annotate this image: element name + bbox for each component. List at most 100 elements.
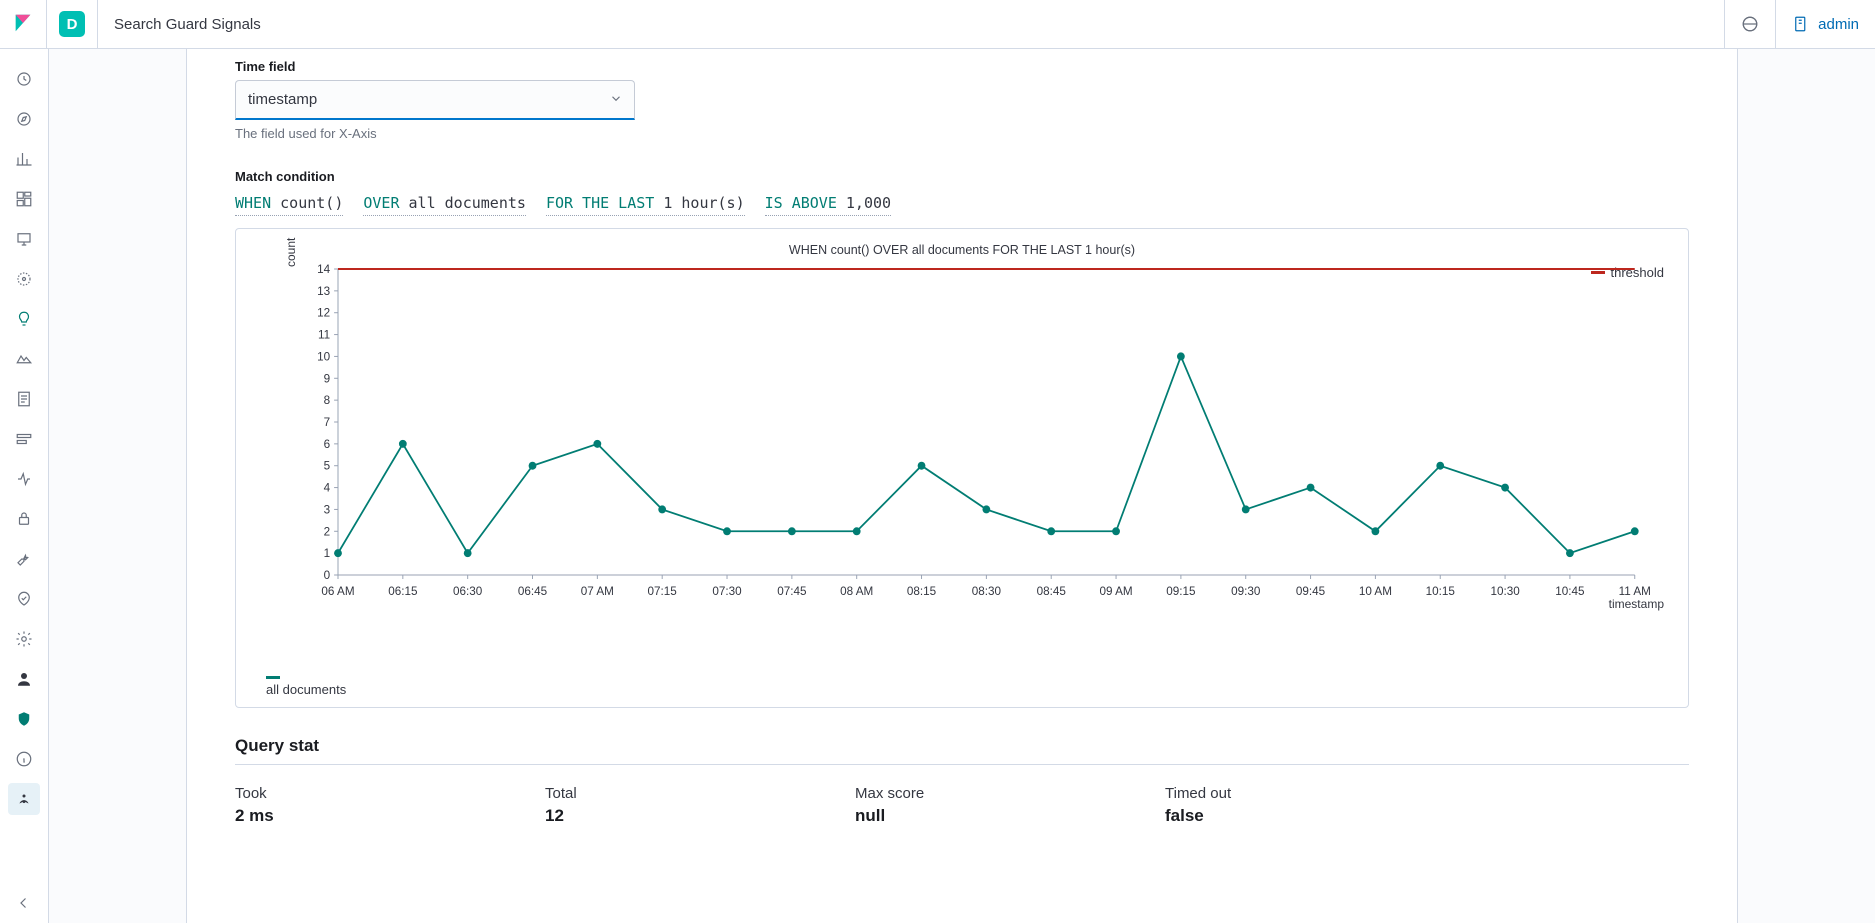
svg-text:11 AM: 11 AM [1619,584,1651,598]
nav-recent-icon[interactable] [8,63,40,95]
nav-searchguard-icon[interactable] [8,703,40,735]
nav-collapse-icon[interactable] [8,887,40,919]
query-stat-item: Timed out false [1165,785,1345,826]
nav-user-icon[interactable] [8,663,40,695]
svg-text:08:15: 08:15 [907,584,937,598]
query-stat-label: Timed out [1165,785,1345,802]
svg-text:09 AM: 09 AM [1099,584,1132,598]
x-axis-label: timestamp [1609,597,1664,611]
legend-series: all documents [266,676,346,697]
main-area: Time field timestamp The field used for … [49,49,1875,923]
topbar-right: admin [1724,0,1875,48]
query-stat-label: Took [235,785,415,802]
space-badge[interactable]: D [59,11,85,37]
svg-text:07:30: 07:30 [712,584,742,598]
svg-text:10 AM: 10 AM [1359,584,1392,598]
condition-segment[interactable]: FOR THE LAST 1 hour(s) [546,194,745,216]
nav-discover-icon[interactable] [8,103,40,135]
time-field-help: The field used for X-Axis [235,126,1689,141]
condition-segment[interactable]: OVER all documents [363,194,526,216]
nav-maps-icon[interactable] [8,263,40,295]
query-stat-item: Took 2 ms [235,785,415,826]
nav-visualize-icon[interactable] [8,143,40,175]
legend-series-label: all documents [266,682,346,697]
query-stat-value: null [855,806,1035,826]
time-field-label: Time field [235,59,1689,74]
nav-uptime-icon[interactable] [8,463,40,495]
content-panel: Time field timestamp The field used for … [186,49,1738,923]
svg-text:10:30: 10:30 [1490,584,1520,598]
kibana-logo-icon[interactable] [12,12,34,37]
svg-text:07:45: 07:45 [777,584,807,598]
nav-info-icon[interactable] [8,743,40,775]
svg-text:14: 14 [317,262,330,276]
nav-monitoring-icon[interactable] [8,583,40,615]
svg-text:3: 3 [324,502,331,516]
svg-text:06:15: 06:15 [388,584,418,598]
match-condition-label: Match condition [235,169,1689,184]
topbar-left: D Search Guard Signals [0,0,261,48]
top-bar: D Search Guard Signals admin [0,0,1875,49]
query-stat-value: 12 [545,806,725,826]
svg-text:11: 11 [318,327,331,341]
svg-text:08:45: 08:45 [1037,584,1067,598]
left-sidebar [0,49,49,923]
svg-text:13: 13 [317,284,330,298]
svg-text:06:30: 06:30 [453,584,483,598]
nav-apm-icon[interactable] [8,423,40,455]
svg-text:09:45: 09:45 [1296,584,1326,598]
svg-text:6: 6 [324,437,331,451]
svg-text:07 AM: 07 AM [581,584,614,598]
nav-canvas-icon[interactable] [8,223,40,255]
svg-text:0: 0 [324,568,331,582]
svg-text:2: 2 [324,524,331,538]
divider [46,0,47,49]
time-field-value: timestamp [235,80,635,120]
svg-text:4: 4 [324,480,331,494]
nav-devtools-icon[interactable] [8,543,40,575]
svg-text:9: 9 [324,371,331,385]
nav-dashboard-icon[interactable] [8,183,40,215]
nav-ml-icon[interactable] [8,303,40,335]
query-stat-item: Total 12 [545,785,725,826]
nav-infrastructure-icon[interactable] [8,343,40,375]
time-field-row: Time field timestamp The field used for … [235,49,1689,141]
svg-text:07:15: 07:15 [648,584,678,598]
query-stat-item: Max score null [855,785,1035,826]
svg-text:06:45: 06:45 [518,584,548,598]
query-stat-grid: Took 2 ms Total 12 Max score null Timed out fal… [235,785,1689,826]
condition-line: WHEN count() OVER all documents FOR THE LA… [235,194,1689,216]
divider [235,764,1689,765]
svg-text:08 AM: 08 AM [840,584,873,598]
svg-text:1: 1 [324,546,331,560]
condition-segment[interactable]: IS ABOVE 1,000 [765,194,891,216]
nav-logs-icon[interactable] [8,383,40,415]
newsfeed-button[interactable] [1724,0,1775,48]
chart-body: 0123456789101112131406 AM06:1506:3006:45… [260,261,1664,621]
svg-text:08:30: 08:30 [972,584,1002,598]
query-stat-value: false [1165,806,1345,826]
breadcrumb: Search Guard Signals [114,16,261,33]
nav-siem-icon[interactable] [8,503,40,535]
nav-management-icon[interactable] [8,623,40,655]
svg-text:06 AM: 06 AM [321,584,354,598]
query-stat-heading: Query stat [235,736,1689,756]
svg-text:5: 5 [324,459,331,473]
svg-text:10:45: 10:45 [1555,584,1585,598]
svg-text:12: 12 [317,306,330,320]
user-label: admin [1818,16,1859,33]
chevron-down-icon [609,92,623,109]
divider [97,0,98,49]
nav-signals-icon[interactable] [8,783,40,815]
chart-title: WHEN count() OVER all documents FOR THE … [260,243,1664,257]
chart-svg: 0123456789101112131406 AM06:1506:3006:45… [260,261,1664,621]
user-menu-button[interactable]: admin [1775,0,1875,48]
svg-text:10: 10 [317,349,330,363]
svg-text:10:15: 10:15 [1426,584,1456,598]
query-stat-label: Max score [855,785,1035,802]
query-stat-label: Total [545,785,725,802]
condition-segment[interactable]: WHEN count() [235,194,343,216]
query-stat-value: 2 ms [235,806,415,826]
svg-text:8: 8 [324,393,331,407]
time-field-select[interactable]: timestamp [235,80,635,120]
